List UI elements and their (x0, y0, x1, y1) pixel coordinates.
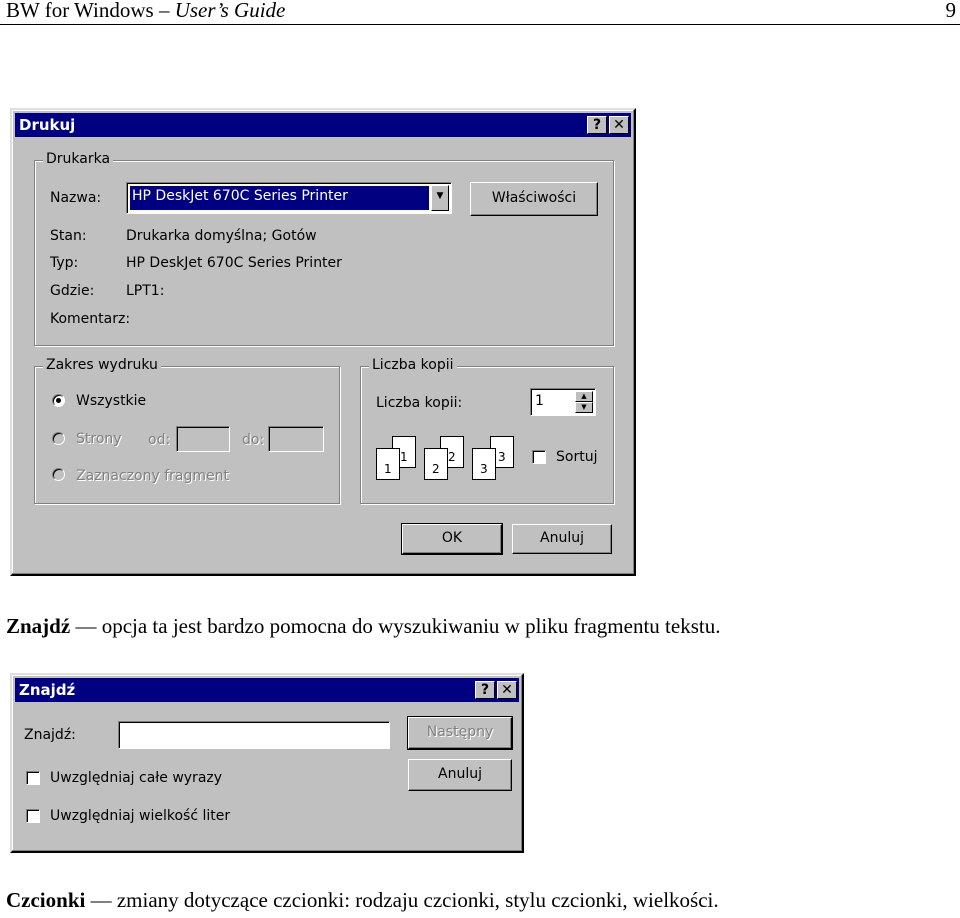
all-pages-radio[interactable] (52, 394, 65, 407)
collate-page-icon: 3 (472, 448, 496, 480)
whole-words-label[interactable]: Uwzględniaj całe wyrazy (50, 770, 222, 786)
cancel-button[interactable]: Anuluj (512, 524, 612, 554)
radio-dot (56, 398, 61, 403)
printer-name-combo[interactable]: HP DeskJet 670C Series Printer ▼ (126, 182, 452, 214)
running-title-main: BW for Windows (6, 0, 154, 22)
print-dialog-titlebar: Drukuj ? ✕ (15, 113, 631, 137)
selection-radio[interactable] (52, 468, 65, 481)
running-title-dash: – (158, 0, 170, 22)
type-value: HP DeskJet 670C Series Printer (126, 255, 342, 271)
fonts-paragraph: Czcionki — zmiany dotyczące czcionki: ro… (6, 888, 719, 913)
close-button[interactable]: ✕ (609, 116, 629, 134)
print-range-group-label: Zakres wydruku (43, 357, 161, 373)
running-title-italic: User’s Guide (174, 0, 286, 22)
find-term: Znajdź (6, 614, 71, 638)
fonts-dash: — (90, 888, 112, 912)
status-value: Drukarka domyślna; Gotów (126, 228, 317, 244)
spin-up-icon[interactable]: ▲ (575, 391, 593, 402)
collate-checkbox[interactable] (532, 450, 546, 464)
match-case-label[interactable]: Uwzględniaj wielkość liter (50, 808, 230, 824)
from-page-input[interactable] (176, 426, 230, 452)
print-dialog: Drukuj ? ✕ Drukarka Nazwa: HP DeskJet 67… (10, 108, 636, 576)
find-next-button[interactable]: Następny (407, 716, 513, 750)
help-button[interactable]: ? (475, 681, 495, 699)
where-label: Gdzie: (50, 283, 95, 299)
copies-spinner[interactable]: ▲ ▼ (575, 391, 593, 413)
copies-group-label: Liczba kopii (369, 357, 457, 373)
running-title: BW for Windows – User’s Guide (6, 0, 285, 23)
spin-down-icon[interactable]: ▼ (575, 402, 593, 413)
page-number: 9 (945, 0, 957, 22)
fonts-term: Czcionki (6, 888, 86, 912)
copies-label: Liczba kopii: (376, 395, 463, 411)
find-label: Znajdź: (24, 727, 76, 743)
print-dialog-title: Drukuj (19, 116, 76, 134)
match-case-checkbox[interactable] (26, 809, 40, 823)
find-paragraph: Znajdź — opcja ta jest bardzo pomocna do… (6, 614, 720, 639)
close-button[interactable]: ✕ (497, 681, 517, 699)
copies-value: 1 (535, 393, 544, 409)
find-dialog-titlebar: Znajdź ? ✕ (15, 678, 519, 702)
properties-button[interactable]: Właściwości (470, 182, 598, 216)
selection-label[interactable]: Zaznaczony fragment (76, 468, 229, 484)
printer-name-label: Nazwa: (50, 190, 102, 206)
find-description: opcja ta jest bardzo pomocna do wyszukiw… (101, 614, 721, 638)
comment-label: Komentarz: (50, 311, 131, 327)
page-header: BW for Windows – User’s Guide 9 (0, 0, 960, 25)
printer-group-label: Drukarka (43, 151, 114, 167)
from-label: od: (148, 432, 171, 448)
where-value: LPT1: (126, 283, 165, 299)
ok-button[interactable]: OK (401, 523, 503, 555)
help-button[interactable]: ? (587, 116, 607, 134)
copies-input[interactable]: 1 ▲ ▼ (530, 388, 596, 416)
printer-name-value: HP DeskJet 670C Series Printer (129, 185, 430, 211)
status-label: Stan: (50, 228, 87, 244)
find-dialog: Znajdź ? ✕ Znajdź: Następny Anuluj Uwzgl… (10, 673, 524, 853)
find-dialog-title: Znajdź (19, 681, 76, 699)
find-dash: — (75, 614, 97, 638)
pages-radio[interactable] (52, 432, 65, 445)
all-pages-label[interactable]: Wszystkie (76, 393, 146, 409)
copies-group: Liczba kopii (360, 357, 614, 504)
type-label: Typ: (50, 255, 79, 271)
collate-page-icon: 1 (376, 448, 400, 480)
chevron-down-icon[interactable]: ▼ (431, 185, 449, 211)
pages-label[interactable]: Strony (76, 431, 122, 447)
whole-words-checkbox[interactable] (26, 771, 40, 785)
to-label: do: (242, 432, 265, 448)
fonts-description: zmiany dotyczące czcionki: rodzaju czcio… (116, 888, 719, 912)
to-page-input[interactable] (268, 426, 324, 452)
collate-label[interactable]: Sortuj (556, 449, 597, 465)
collate-page-icon: 2 (424, 448, 448, 480)
find-input[interactable] (118, 721, 390, 749)
find-cancel-button[interactable]: Anuluj (408, 759, 512, 791)
